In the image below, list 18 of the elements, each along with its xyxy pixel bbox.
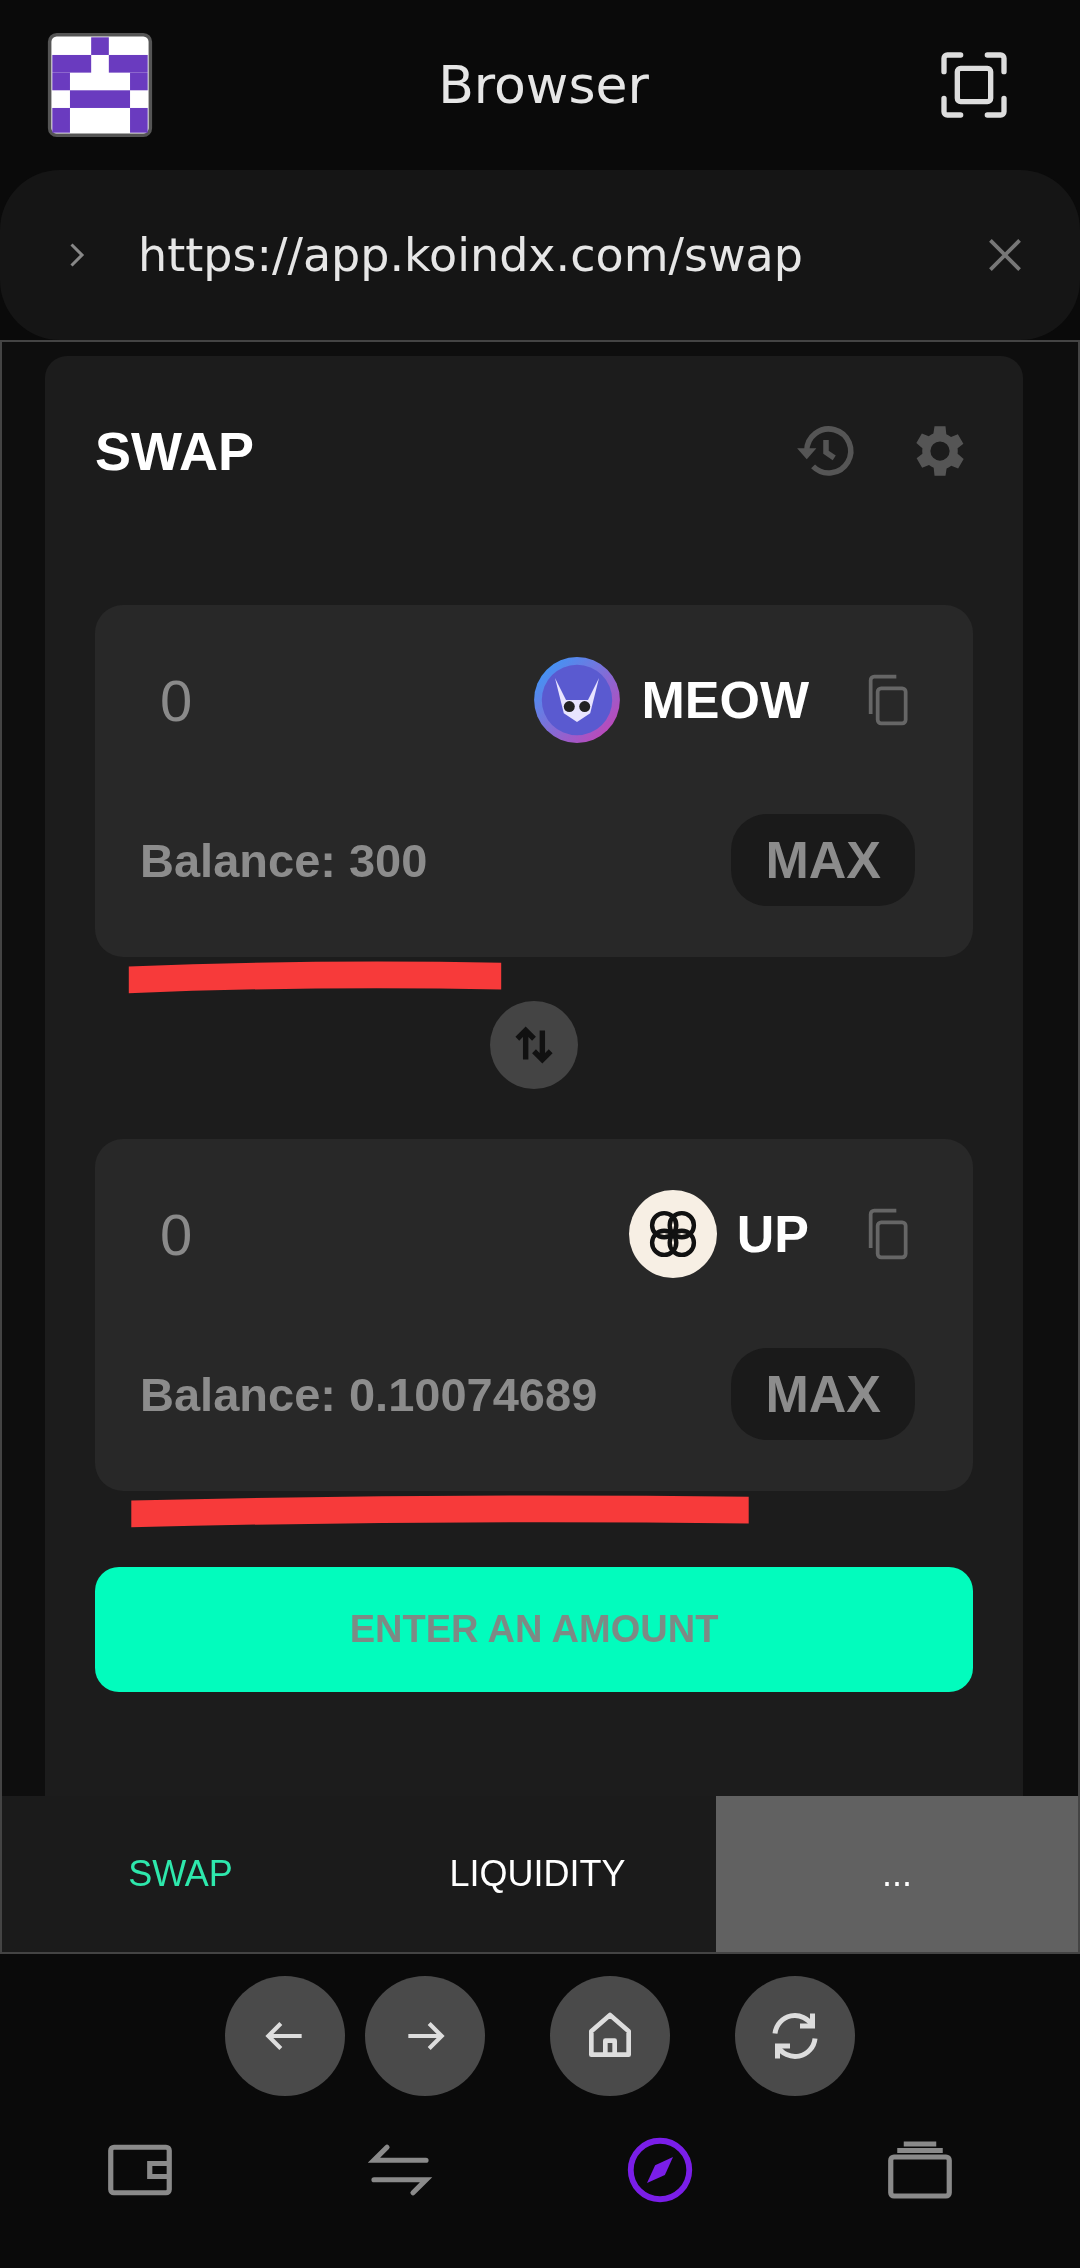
- cat-token-icon: [533, 656, 622, 744]
- balance-text: Balance: 300: [140, 832, 428, 888]
- token-symbol[interactable]: MEOW: [641, 670, 809, 730]
- app-logo-icon[interactable]: [47, 32, 153, 138]
- nav-tab[interactable]: LIQUIDITY: [359, 1796, 716, 1952]
- balance-text: Balance: 0.10074689: [140, 1366, 598, 1422]
- address-bar[interactable]: https://app.koindx.com/swap: [0, 170, 1080, 340]
- max-button[interactable]: MAX: [731, 814, 915, 906]
- swap-title: SWAP: [95, 419, 255, 482]
- token-symbol[interactable]: UP: [736, 1204, 809, 1264]
- flower-token-icon: [628, 1190, 717, 1278]
- url-text: https://app.koindx.com/swap: [138, 228, 804, 282]
- nav-tab[interactable]: SWAP: [2, 1796, 359, 1952]
- amount-input[interactable]: 0: [140, 666, 193, 734]
- max-button[interactable]: MAX: [731, 1348, 915, 1440]
- more-tab[interactable]: ...: [716, 1796, 1078, 1952]
- window-title: Browser: [438, 55, 649, 115]
- amount-input[interactable]: 0: [140, 1200, 193, 1268]
